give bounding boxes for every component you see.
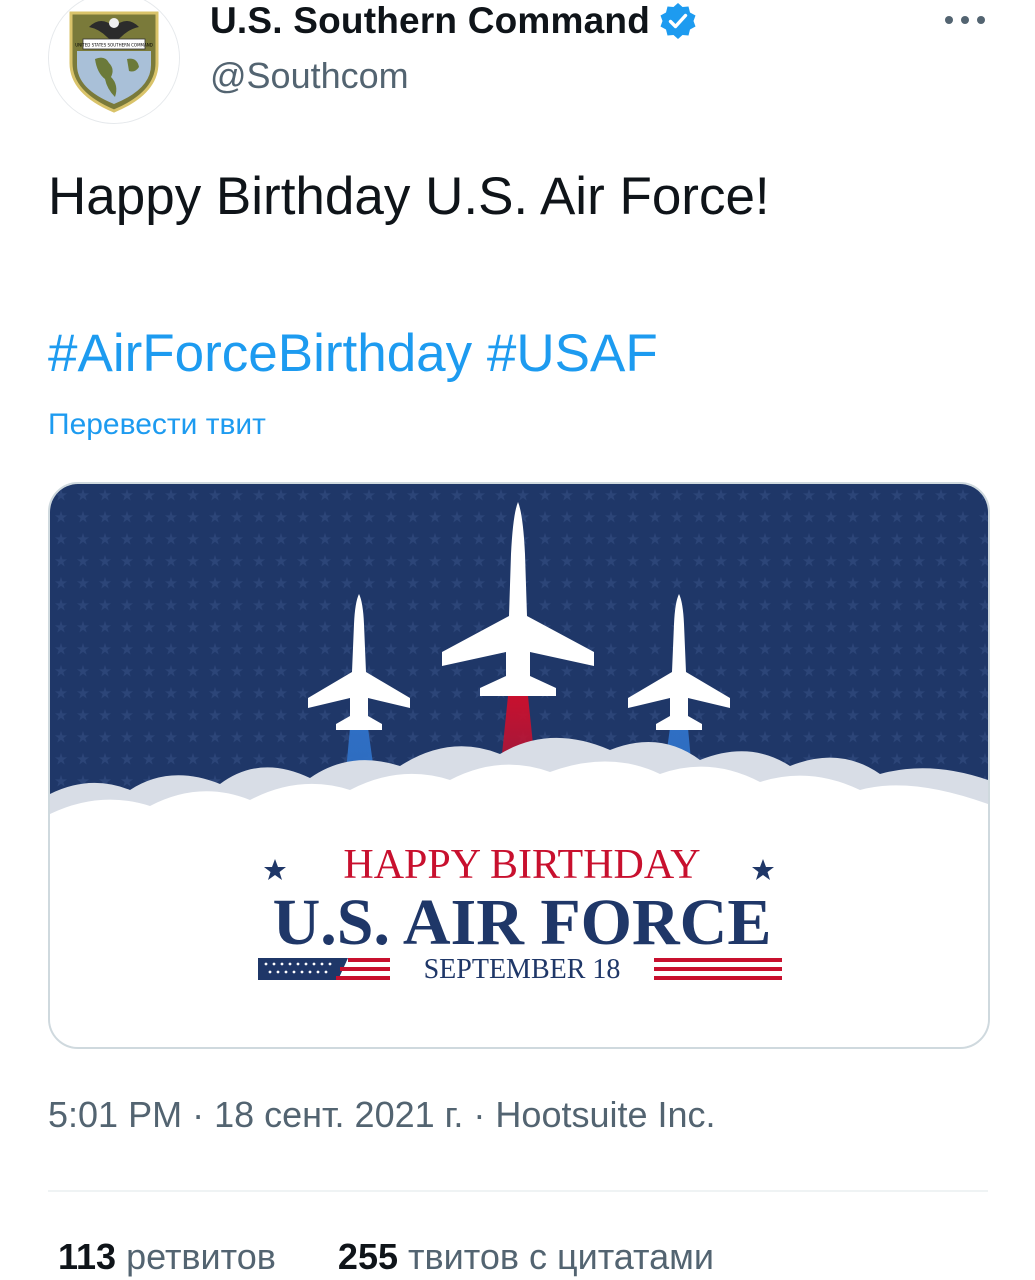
media-line2: U.S. AIR FORCE [273,886,772,959]
divider [48,1190,988,1192]
tweet-stats: 113 ретвитов 255 твитов с цитатами [58,1236,766,1278]
tweet-time[interactable]: 5:01 PM [48,1094,182,1135]
retweets-count: 113 [58,1236,117,1277]
media-line3: SEPTEMBER 18 [424,954,621,985]
hashtag-usaf[interactable]: #USAF [487,324,658,383]
tweet-media-image[interactable]: HAPPY BIRTHDAY U.S. AIR FORCE SEPTEMBER … [48,482,990,1049]
author-display-name[interactable]: U.S. Southern Command [210,0,698,42]
tweet-hashtags: #AirForceBirthday #USAF [48,322,658,386]
tweet-date[interactable]: 18 сент. 2021 г. [214,1094,463,1135]
author-handle[interactable]: @Southcom [210,55,409,97]
quotes-count: 255 [337,1236,398,1277]
quotes-label: твитов с цитатами [408,1236,714,1277]
retweets-stat[interactable]: 113 ретвитов [58,1236,276,1278]
air-force-birthday-illustration: HAPPY BIRTHDAY U.S. AIR FORCE SEPTEMBER … [50,484,988,1047]
flag-stripes-right [654,958,782,980]
tweet-source-link[interactable]: Hootsuite Inc. [495,1094,715,1135]
avatar[interactable]: UNITED STATES SOUTHERN COMMAND [48,0,180,124]
tweet-meta: 5:01 PM · 18 сент. 2021 г. · Hootsuite I… [48,1094,716,1136]
flag-stripes-left [258,958,390,980]
quote-tweets-stat[interactable]: 255 твитов с цитатами [338,1236,714,1278]
tweet-text: Happy Birthday U.S. Air Force! [48,167,770,226]
meta-separator: · [192,1094,205,1135]
verified-badge-icon [660,3,696,39]
hashtag-airforcebirthday[interactable]: #AirForceBirthday [48,324,472,383]
more-options-button[interactable] [942,0,988,40]
more-horizontal-icon [945,16,985,24]
southcom-seal-icon: UNITED STATES SOUTHERN COMMAND [49,0,179,123]
meta-separator: · [473,1094,486,1135]
retweets-label: ретвитов [126,1236,276,1277]
svg-text:UNITED STATES SOUTHERN COMMAND: UNITED STATES SOUTHERN COMMAND [75,43,153,48]
author-display-name-text: U.S. Southern Command [210,0,650,41]
media-line1: HAPPY BIRTHDAY [343,842,700,888]
translate-tweet-link[interactable]: Перевести твит [48,408,266,442]
